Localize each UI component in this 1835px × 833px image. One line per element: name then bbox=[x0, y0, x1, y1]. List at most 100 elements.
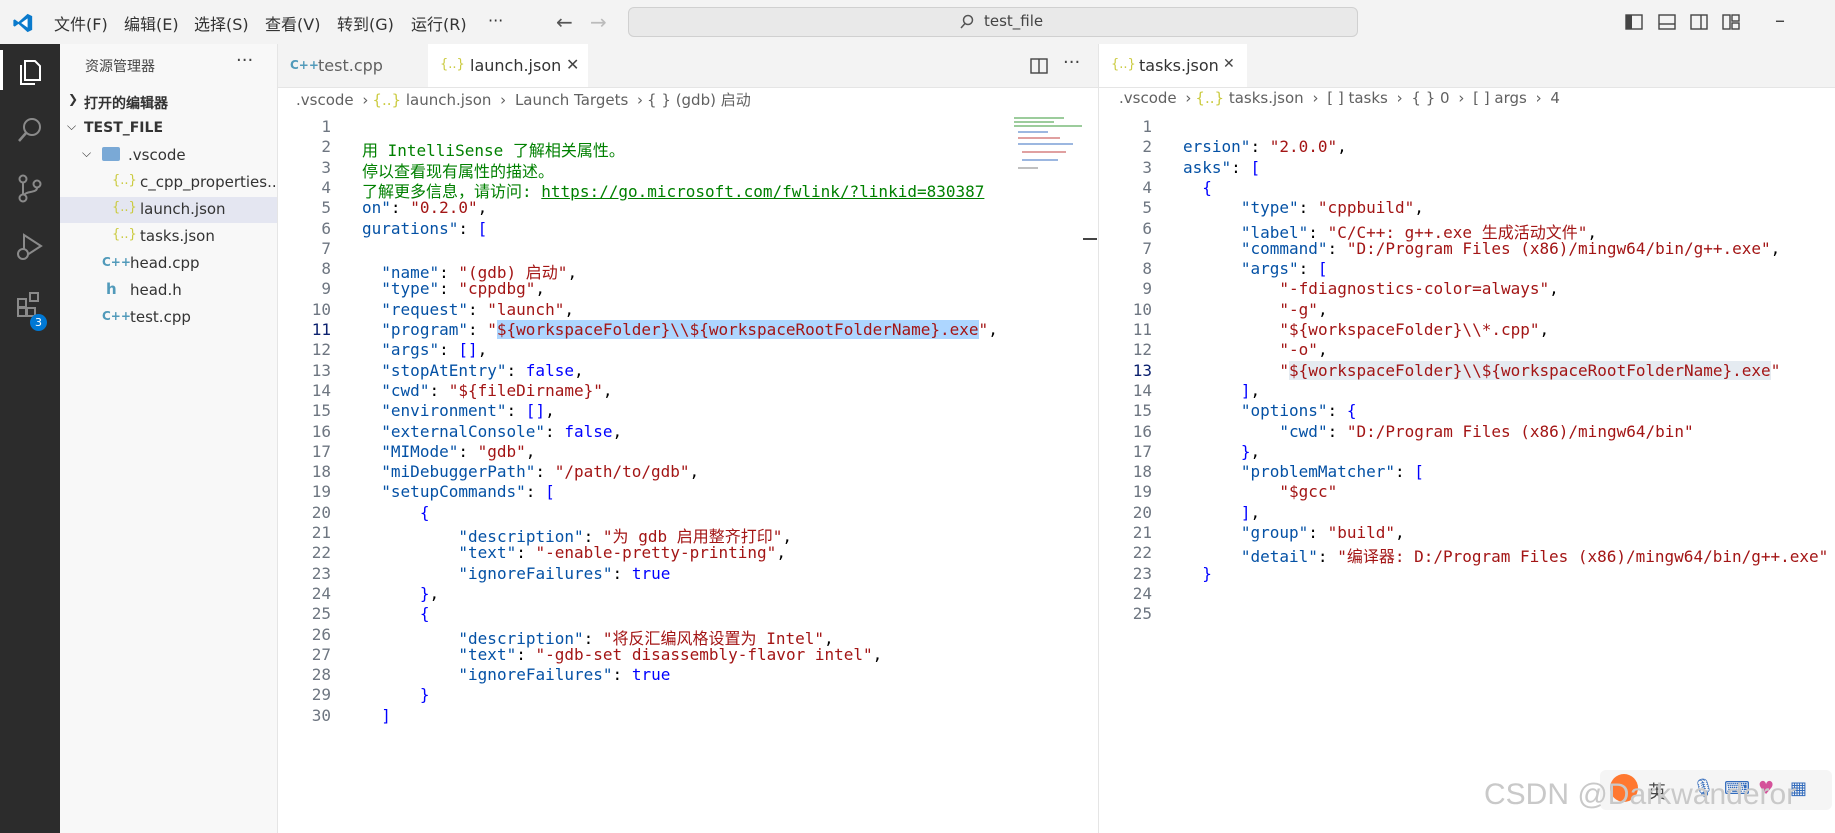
chevron-down-icon: ⌵ bbox=[67, 119, 77, 133]
customize-layout-icon[interactable] bbox=[1722, 13, 1740, 31]
line-number: 24 bbox=[1132, 583, 1152, 603]
code-line[interactable]: "program": "${workspaceFolder}\\${worksp… bbox=[362, 320, 998, 339]
code-line[interactable]: "cwd": "D:/Program Files (x86)/mingw64/b… bbox=[1183, 422, 1693, 441]
breadcrumb-item[interactable]: Launch Targets bbox=[515, 91, 628, 109]
code-line[interactable]: { bbox=[362, 604, 430, 623]
code-line[interactable]: ], bbox=[1183, 503, 1260, 522]
line-number: 4 bbox=[321, 177, 331, 197]
menu-file[interactable]: 文件(F) bbox=[54, 11, 108, 35]
tree-item-tasks-json[interactable]: {..} tasks.json bbox=[60, 224, 277, 250]
menu-goto[interactable]: 转到(G) bbox=[337, 11, 394, 35]
code-line[interactable]: "-o", bbox=[1183, 340, 1327, 359]
code-line[interactable]: "detail": "编译器: D:/Program Files (x86)/m… bbox=[1183, 543, 1828, 567]
code-line[interactable]: "externalConsole": false, bbox=[362, 422, 622, 441]
run-debug-icon[interactable] bbox=[14, 230, 46, 262]
editor-group-divider[interactable] bbox=[1098, 44, 1099, 833]
menu-run[interactable]: 运行(R) bbox=[411, 11, 467, 35]
code-line[interactable]: on": "0.2.0", bbox=[362, 198, 487, 217]
toggle-panel-icon[interactable] bbox=[1658, 13, 1676, 31]
code-line[interactable]: "MIMode": "gdb", bbox=[362, 442, 535, 461]
code-line[interactable]: "${workspaceFolder}\\*.cpp", bbox=[1183, 320, 1549, 339]
code-line[interactable]: ], bbox=[1183, 381, 1260, 400]
breadcrumb-item[interactable]: 4 bbox=[1550, 89, 1560, 107]
code-line[interactable]: "type": "cppbuild", bbox=[1183, 198, 1424, 217]
more-actions-icon[interactable]: ··· bbox=[1063, 52, 1080, 73]
menu-more[interactable]: ··· bbox=[488, 11, 503, 30]
tab-launch-json[interactable]: {..} launch.json ✕ bbox=[428, 44, 588, 87]
back-arrow-icon[interactable]: ← bbox=[556, 10, 573, 34]
menu-edit[interactable]: 编辑(E) bbox=[124, 11, 179, 35]
code-line[interactable]: "-fdiagnostics-color=always", bbox=[1183, 279, 1558, 298]
folder-test-file[interactable]: ⌵ TEST_FILE bbox=[60, 116, 277, 142]
code-line[interactable]: "${workspaceFolder}\\${workspaceRootFold… bbox=[1183, 360, 1780, 380]
code-line[interactable]: "setupCommands": [ bbox=[362, 482, 554, 501]
tree-item-label: head.h bbox=[130, 281, 182, 299]
json-file-icon: {..} bbox=[112, 227, 137, 242]
minimap[interactable] bbox=[1010, 115, 1085, 175]
tree-item-test-cpp[interactable]: C++ test.cpp bbox=[60, 305, 277, 331]
breadcrumb-item[interactable]: tasks.json bbox=[1229, 89, 1304, 107]
tree-item-head-h[interactable]: h head.h bbox=[60, 278, 277, 304]
code-line[interactable]: gurations": [ bbox=[362, 219, 487, 238]
code-line[interactable]: { bbox=[1183, 178, 1212, 197]
tree-item-head-cpp[interactable]: C++ head.cpp bbox=[60, 251, 277, 277]
tree-item-c-cpp-properties[interactable]: {..} c_cpp_properties... bbox=[60, 170, 277, 196]
code-line[interactable]: "args": [], bbox=[362, 340, 487, 359]
menu-view[interactable]: 查看(V) bbox=[265, 11, 320, 35]
code-line[interactable]: "request": "launch", bbox=[362, 300, 574, 319]
code-line[interactable]: "command": "D:/Program Files (x86)/mingw… bbox=[1183, 239, 1780, 258]
code-line[interactable]: "$gcc" bbox=[1183, 482, 1337, 501]
code-line[interactable]: } bbox=[1183, 564, 1212, 583]
breadcrumb-item[interactable]: { } 0 bbox=[1411, 89, 1449, 107]
command-center-search[interactable]: test_file bbox=[628, 7, 1358, 37]
code-line[interactable]: "ignoreFailures": true bbox=[362, 665, 670, 684]
tab-test-cpp[interactable]: C++ test.cpp bbox=[278, 44, 428, 87]
breadcrumb-item[interactable]: .vscode bbox=[1119, 89, 1177, 107]
breadcrumb-item[interactable]: (gdb) 启动 bbox=[676, 91, 751, 109]
more-actions-icon[interactable]: ··· bbox=[236, 50, 253, 71]
code-line[interactable]: { bbox=[362, 503, 430, 522]
explorer-icon[interactable] bbox=[14, 56, 46, 88]
split-editor-icon[interactable] bbox=[1030, 57, 1048, 75]
close-icon[interactable]: ✕ bbox=[566, 55, 579, 74]
breadcrumb-item[interactable]: [ ] args bbox=[1473, 89, 1527, 107]
code-line[interactable]: ] bbox=[362, 706, 391, 725]
line-number: 9 bbox=[321, 279, 331, 299]
toggle-sidebar-icon[interactable] bbox=[1625, 13, 1643, 31]
close-icon[interactable]: ✕ bbox=[1223, 56, 1235, 72]
code-line[interactable]: }, bbox=[362, 584, 439, 603]
code-line[interactable]: "environment": [], bbox=[362, 401, 554, 420]
tree-item-label: c_cpp_properties... bbox=[140, 173, 277, 191]
search-icon[interactable] bbox=[14, 114, 46, 146]
forward-arrow-icon[interactable]: → bbox=[590, 10, 607, 34]
tab-tasks-json[interactable]: {..} tasks.json ✕ bbox=[1099, 44, 1247, 87]
code-line[interactable]: ersion": "2.0.0", bbox=[1183, 137, 1347, 156]
code-line[interactable]: "stopAtEntry": false, bbox=[362, 361, 583, 380]
tree-item-label: test.cpp bbox=[130, 308, 191, 326]
code-line[interactable]: asks": [ bbox=[1183, 158, 1260, 177]
code-line[interactable]: "options": { bbox=[1183, 401, 1357, 420]
code-line[interactable]: "cwd": "${fileDirname}", bbox=[362, 381, 612, 400]
minimize-icon[interactable]: – bbox=[1775, 8, 1785, 32]
menu-selection[interactable]: 选择(S) bbox=[194, 11, 249, 35]
line-number: 12 bbox=[1132, 340, 1152, 360]
code-line[interactable]: } bbox=[362, 685, 430, 704]
code-line[interactable]: }, bbox=[1183, 442, 1260, 461]
toggle-secondary-sidebar-icon[interactable] bbox=[1690, 13, 1708, 31]
code-line[interactable]: "text": "-gdb-set disassembly-flavor int… bbox=[362, 645, 882, 664]
code-line[interactable]: "-g", bbox=[1183, 300, 1327, 319]
code-line[interactable]: "ignoreFailures": true bbox=[362, 564, 670, 583]
code-line[interactable]: "type": "cppdbg", bbox=[362, 279, 545, 298]
breadcrumb-item[interactable]: .vscode bbox=[296, 91, 354, 109]
source-control-icon[interactable] bbox=[14, 172, 46, 204]
tree-item-vscode[interactable]: ⌵ .vscode bbox=[60, 143, 277, 169]
code-line[interactable]: "args": [ bbox=[1183, 259, 1328, 278]
breadcrumb-item[interactable]: launch.json bbox=[406, 91, 492, 109]
breadcrumb-item[interactable]: [ ] tasks bbox=[1327, 89, 1388, 107]
code-line[interactable]: "problemMatcher": [ bbox=[1183, 462, 1424, 481]
code-line[interactable]: "group": "build", bbox=[1183, 523, 1405, 542]
code-line[interactable]: "miDebuggerPath": "/path/to/gdb", bbox=[362, 462, 699, 481]
tree-item-launch-json[interactable]: {..} launch.json bbox=[60, 197, 277, 223]
code-line[interactable]: "text": "-enable-pretty-printing", bbox=[362, 543, 786, 562]
open-editors-section[interactable]: ❯ 打开的编辑器 bbox=[60, 89, 277, 115]
